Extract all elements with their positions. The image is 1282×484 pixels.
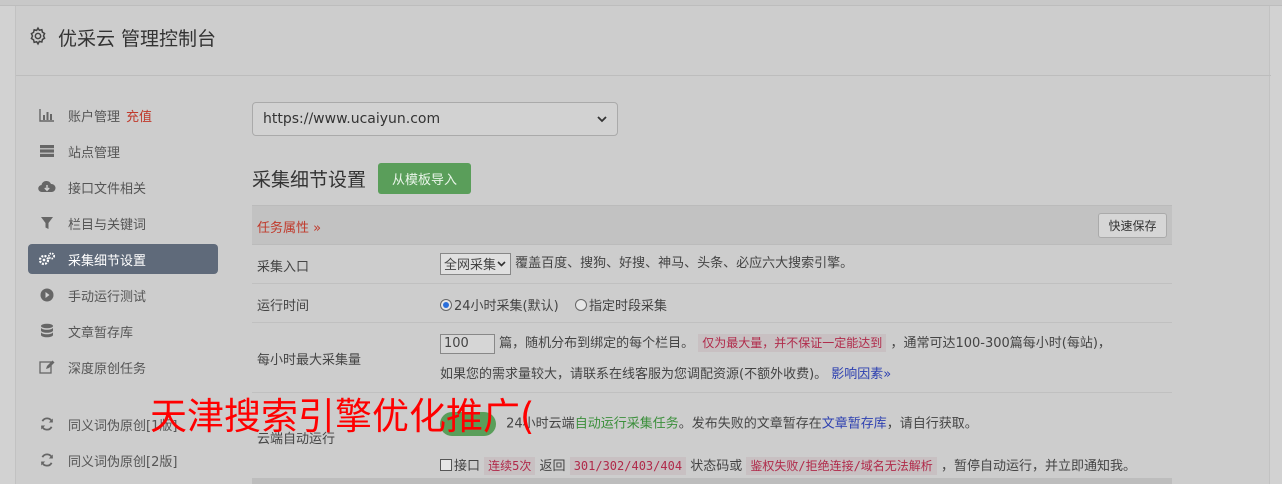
entry-select[interactable]: 全网采集: [440, 252, 512, 275]
header: 优采云 管理控制台: [16, 6, 1271, 76]
gears-icon: [38, 251, 56, 267]
warning-text: 连续5次: [484, 457, 536, 475]
gear-icon: [30, 26, 46, 46]
row-value: 全网采集 覆盖百度、搜狗、好搜、神马、头条、必应六大搜索引擎。: [440, 252, 853, 275]
text: ，请自行获取。: [886, 416, 978, 432]
row-value-line2: 如果您的需求量较大，请联系在线客服为您调配资源(不额外收费)。 影响因素»: [440, 363, 891, 382]
article-storage-link[interactable]: 文章暂存库: [822, 417, 887, 432]
radio-scheduled-label: 指定时段采集: [588, 299, 667, 314]
sidebar-item-columns-keywords[interactable]: 栏目与关键词: [28, 208, 218, 238]
entry-description: 覆盖百度、搜狗、好搜、神马、头条、必应六大搜索引擎。: [515, 256, 854, 271]
sidebar-item-article-storage[interactable]: 文章暂存库: [28, 316, 218, 346]
warning-text: 301/302/403/404: [569, 457, 687, 475]
entry-select-value: 全网采集: [444, 258, 497, 273]
row-label: 每小时最大采集量: [257, 353, 362, 368]
row-value-line2: 接口 连续5次 返回 301/302/403/404 状态码或 鉴权失败/拒绝连…: [440, 455, 1136, 475]
radio-scheduled[interactable]: [574, 299, 587, 311]
sidebar-item-collection-settings[interactable]: 采集细节设置: [28, 244, 218, 274]
chevron-down-icon: [597, 116, 607, 123]
warning-text: 仅为最大量，并不保证一定能达到: [698, 334, 887, 352]
sidebar-item-deep-original[interactable]: 深度原创任务: [28, 352, 218, 382]
green-text: 自动运行采集任务: [574, 416, 679, 432]
recharge-link[interactable]: 充值: [126, 106, 152, 125]
text: 返回: [539, 459, 566, 474]
site-select[interactable]: https://www.ucaiyun.com: [252, 102, 618, 136]
text: ，通常可达100-300篇每小时(每站)，: [890, 336, 1111, 351]
sidebar-item-label: 栏目与关键词: [68, 217, 147, 233]
sidebar-item-label: 账户管理: [68, 109, 121, 125]
row-label: 运行时间: [257, 299, 310, 314]
sidebar-item-interface-files[interactable]: 接口文件相关: [28, 172, 218, 202]
edit-icon: [38, 359, 56, 375]
influence-factors-link[interactable]: 影响因素»: [831, 367, 891, 382]
play-circle-icon: [38, 287, 56, 303]
table-bottom-border: [252, 478, 1172, 484]
import-template-button[interactable]: 从模板导入: [378, 163, 471, 194]
sidebar-item-label: 同义词伪原创[2版]: [68, 454, 178, 470]
row-value: 24小时采集(默认) 指定时段采集: [440, 295, 667, 314]
sidebar-item-label: 深度原创任务: [68, 361, 147, 377]
server-icon: [38, 143, 56, 159]
radio-24h[interactable]: [440, 299, 452, 311]
text: 状态码或: [690, 459, 743, 474]
text: 。发布失败的文章暂存在: [678, 416, 822, 432]
row-max-per-hour: 每小时最大采集量 100 篇，随机分布到绑定的每个栏目。 仅为最大量，并不保证一…: [252, 323, 1172, 393]
refresh-icon: [38, 416, 56, 432]
task-attributes-toggle[interactable]: 任务属性 »: [257, 217, 321, 236]
text: 如果您的需求量较大，请联系在线客服为您调配资源(不额外收费)。: [440, 367, 828, 382]
section-title: 采集细节设置: [252, 169, 367, 191]
sidebar-item-label: 手动运行测试: [68, 289, 147, 305]
sidebar-item-synonym-v2[interactable]: 同义词伪原创[2版]: [28, 445, 218, 475]
refresh-icon: [38, 452, 56, 468]
sidebar-item-sites[interactable]: 站点管理: [28, 136, 218, 166]
row-label: 采集入口: [257, 260, 310, 275]
quick-save-button[interactable]: 快速保存: [1098, 213, 1167, 238]
watermark-overlay-text: 天津搜索引擎优化推广(: [150, 395, 535, 438]
warning-text: 鉴权失败/拒绝连接/域名无法解析: [746, 457, 937, 475]
filter-icon: [38, 215, 56, 231]
sidebar-item-label: 接口文件相关: [68, 181, 147, 197]
database-icon: [38, 323, 56, 339]
site-select-value: https://www.ucaiyun.com: [263, 111, 441, 127]
row-value-line1: 100 篇，随机分布到绑定的每个栏目。 仅为最大量，并不保证一定能达到 ，通常可…: [440, 332, 1111, 354]
row-collection-entry: 采集入口 全网采集 覆盖百度、搜狗、好搜、神马、头条、必应六大搜索引擎。: [252, 245, 1172, 284]
pause-notify-checkbox[interactable]: [440, 459, 452, 471]
max-per-hour-input[interactable]: 100: [440, 333, 495, 354]
row-run-time: 运行时间 24小时采集(默认) 指定时段采集: [252, 284, 1172, 323]
bar-chart-icon: [38, 107, 56, 123]
page-title: 优采云 管理控制台: [58, 28, 217, 50]
text: 接口: [454, 459, 481, 474]
text: ，暂停自动运行，并立即通知我。: [940, 459, 1136, 474]
sidebar-item-label: 文章暂存库: [68, 325, 134, 341]
sidebar-item-manual-run[interactable]: 手动运行测试: [28, 280, 218, 310]
radio-24h-label: 24小时采集(默认): [454, 299, 559, 314]
text: 篇，随机分布到绑定的每个栏目。: [499, 336, 695, 351]
sidebar-item-account[interactable]: 账户管理 充值: [28, 100, 218, 130]
chevron-down-icon: [497, 260, 506, 267]
sidebar-item-label: 采集细节设置: [68, 253, 147, 269]
sidebar-item-label: 站点管理: [68, 145, 121, 161]
cloud-download-icon: [38, 179, 56, 195]
table-header: 任务属性 » 快速保存: [252, 205, 1172, 245]
